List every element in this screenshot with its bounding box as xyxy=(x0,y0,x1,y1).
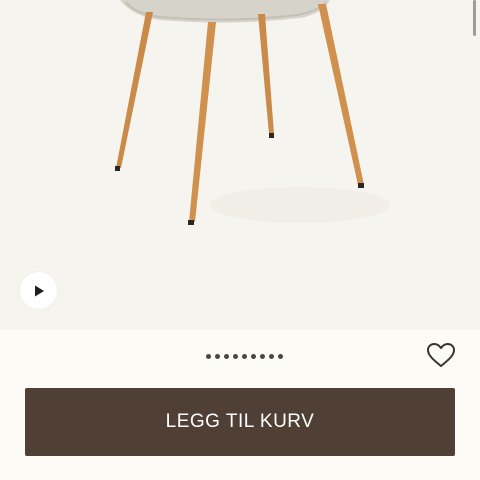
gallery-controls xyxy=(0,330,480,380)
pager-dot[interactable] xyxy=(233,354,238,359)
heart-outline-icon xyxy=(427,343,455,367)
pager-dot[interactable] xyxy=(260,354,265,359)
favorite-button[interactable] xyxy=(426,342,456,368)
add-to-cart-label: LEGG TIL KURV xyxy=(165,411,315,432)
play-icon xyxy=(34,285,44,296)
add-to-cart-button[interactable]: LEGG TIL KURV xyxy=(25,388,455,456)
pager-dot[interactable] xyxy=(242,354,247,359)
play-video-button[interactable] xyxy=(20,272,57,309)
pager-dot[interactable] xyxy=(269,354,274,359)
pager-dot[interactable] xyxy=(278,354,283,359)
product-page: LEGG TIL KURV xyxy=(0,0,480,480)
chair-illustration xyxy=(115,0,390,225)
pager-dot[interactable] xyxy=(215,354,220,359)
image-pager[interactable] xyxy=(206,354,283,359)
scrollbar[interactable] xyxy=(473,0,476,36)
product-image[interactable] xyxy=(0,0,480,330)
pager-dot-active[interactable] xyxy=(206,354,211,359)
pager-dot[interactable] xyxy=(251,354,256,359)
pager-dot[interactable] xyxy=(224,354,229,359)
